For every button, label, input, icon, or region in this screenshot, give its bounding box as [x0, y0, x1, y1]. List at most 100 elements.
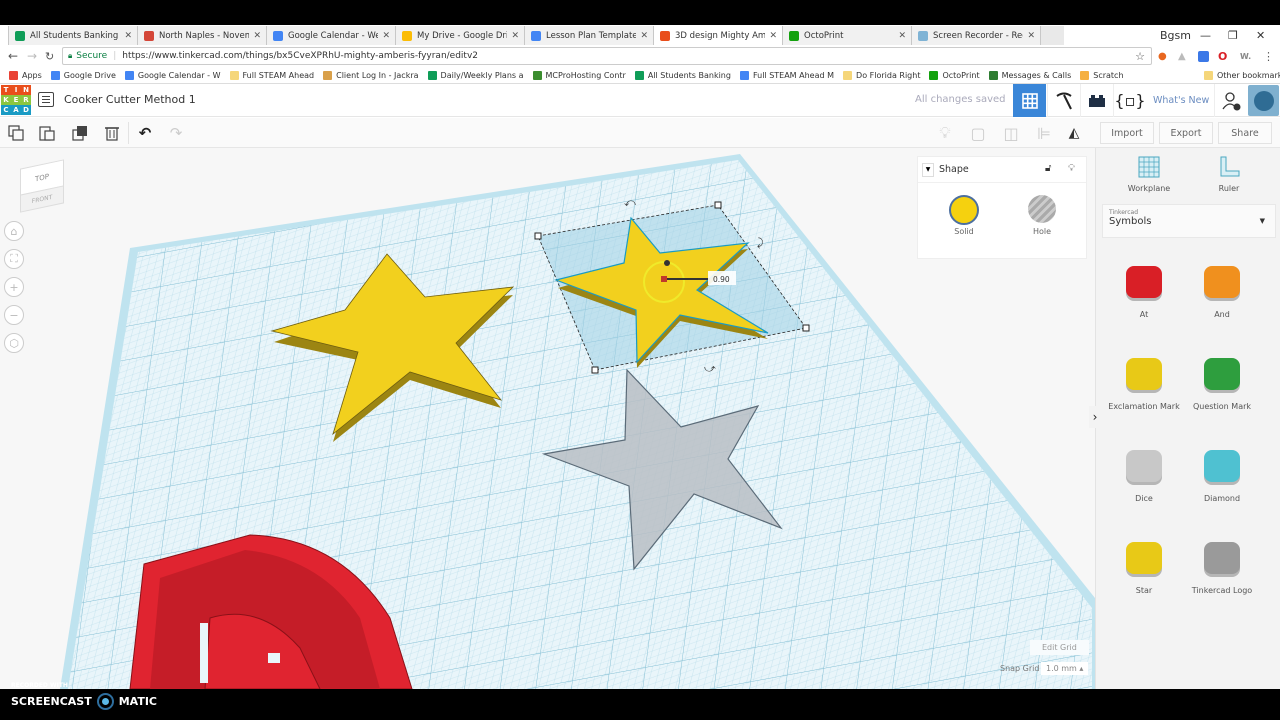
browser-tab[interactable]: OctoPrint ✕	[782, 26, 912, 45]
new-tab-button[interactable]	[1040, 26, 1064, 45]
restore-button[interactable]: ❐	[1228, 25, 1238, 45]
whats-new-link[interactable]: What's New	[1153, 95, 1209, 106]
extension-w-icon[interactable]: W.	[1240, 52, 1251, 61]
view-cube[interactable]: TOP FRONT	[20, 159, 66, 213]
library-shape-item[interactable]: Star	[1104, 542, 1184, 595]
browser-tab[interactable]: 3D design Mighty Ambe✕	[653, 26, 783, 45]
hole-option[interactable]: Hole	[1026, 195, 1058, 236]
bookmark-item[interactable]: Full STEAM Ahead	[229, 70, 314, 80]
library-shape-item[interactable]: Exclamation Mark	[1104, 358, 1184, 411]
bookmark-star-icon[interactable]: ☆	[1135, 50, 1145, 63]
snap-grid-select[interactable]: 1.0 mm ▴	[1041, 662, 1089, 675]
extension-drive-icon[interactable]: ▲	[1178, 51, 1186, 62]
minecraft-button[interactable]	[1047, 84, 1080, 117]
redo-button[interactable]: ↷	[166, 123, 186, 143]
light-toggle-button[interactable]: 💡︎	[935, 123, 955, 143]
url-input[interactable]: 🔒︎ Secure | https://www.tinkercad.com/th…	[62, 47, 1152, 65]
minimize-button[interactable]: —	[1200, 25, 1211, 45]
fit-view-button[interactable]: ⛶	[4, 249, 24, 269]
browser-tab[interactable]: Google Calendar - Week ✕	[266, 26, 396, 45]
copy-button[interactable]	[6, 123, 26, 143]
solid-option[interactable]: Solid	[948, 195, 980, 236]
height-handle[interactable]	[664, 260, 670, 266]
library-shape-item[interactable]: Tinkercad Logo	[1182, 542, 1262, 595]
view-cube-top[interactable]: TOP	[35, 173, 49, 184]
browser-tab[interactable]: Lesson Plan Template - G✕	[524, 26, 654, 45]
mirror-button[interactable]: ◭	[1064, 123, 1084, 143]
resize-handle[interactable]	[714, 201, 722, 209]
collapse-toggle[interactable]: ▼	[922, 162, 934, 177]
tab-close-icon[interactable]: ✕	[1027, 31, 1035, 41]
bookmark-item[interactable]: Apps	[9, 70, 42, 80]
resize-handle[interactable]	[591, 366, 599, 374]
panel-collapse-toggle[interactable]: ›	[1089, 406, 1101, 428]
visibility-bulb-icon[interactable]: 💡︎	[1068, 163, 1075, 174]
tab-close-icon[interactable]: ✕	[640, 31, 648, 41]
codeblocks-button[interactable]: {▫}	[1113, 84, 1146, 117]
bookmark-item[interactable]: Scratch	[1080, 70, 1124, 80]
bookmark-item[interactable]: Google Drive	[50, 70, 116, 80]
projection-button[interactable]: ⬡	[4, 333, 24, 353]
workplane-tool[interactable]: Workplane	[1114, 156, 1184, 193]
duplicate-button[interactable]	[70, 123, 90, 143]
library-shape-item[interactable]: Diamond	[1182, 450, 1262, 503]
zoom-out-button[interactable]: −	[4, 305, 24, 325]
extension-code-icon[interactable]	[1198, 50, 1209, 62]
bookmark-item[interactable]: MCProHosting Contr	[532, 70, 626, 80]
library-shape-item[interactable]: At	[1104, 266, 1184, 319]
rotate-handle-icon[interactable]: ⤻	[704, 362, 716, 375]
ruler-tool[interactable]: Ruler	[1194, 156, 1264, 193]
3d-view-button[interactable]	[1013, 84, 1046, 117]
bookmark-item[interactable]: Client Log In - Jackra	[323, 70, 419, 80]
library-shape-item[interactable]: Question Mark	[1182, 358, 1262, 411]
user-avatar[interactable]	[1248, 85, 1279, 116]
tab-close-icon[interactable]: ✕	[382, 31, 390, 41]
resize-handle[interactable]	[802, 324, 810, 332]
design-title[interactable]: Cooker Cutter Method 1	[64, 93, 196, 106]
bookmark-item[interactable]: OctoPrint	[929, 70, 980, 80]
browser-tab[interactable]: My Drive - Google Drive ✕	[395, 26, 525, 45]
rotate-handle-icon[interactable]: ⤸	[757, 236, 764, 249]
zoom-in-button[interactable]: +	[4, 277, 24, 297]
browser-tab[interactable]: All Students Banking - G ✕	[8, 26, 138, 45]
profile-label[interactable]: Bgsm	[1160, 25, 1191, 45]
design-list-icon[interactable]	[38, 92, 54, 107]
ungroup-button[interactable]: ◫	[1001, 123, 1021, 143]
import-button[interactable]: Import	[1100, 122, 1154, 144]
bookmark-item[interactable]: All Students Banking	[634, 70, 731, 80]
align-button[interactable]: ⊫	[1034, 123, 1054, 143]
browser-tab[interactable]: North Naples - Novemb ✕	[137, 26, 267, 45]
bookmark-item[interactable]: Full STEAM Ahead M	[739, 70, 834, 80]
bookmark-item[interactable]: Google Calendar - W	[124, 70, 221, 80]
group-button[interactable]: ▢	[968, 123, 988, 143]
hole-swatch[interactable]	[1028, 195, 1056, 223]
3d-viewport[interactable]: ⤺ ⤸ ⤻ 0.90 TOP FRONT ⌂ ⛶ + − ⬡ ▼ Shape 🔓…	[0, 148, 1095, 689]
paste-button[interactable]	[37, 123, 57, 143]
bookmark-item[interactable]: Do Florida Right	[843, 70, 920, 80]
library-shape-item[interactable]: And	[1182, 266, 1262, 319]
bricks-button[interactable]	[1080, 84, 1113, 117]
bookmark-item[interactable]: Messages & Calls	[988, 70, 1071, 80]
other-bookmarks[interactable]: Other bookmarks	[1204, 70, 1280, 80]
view-cube-front[interactable]: FRONT	[32, 193, 53, 204]
browser-tab[interactable]: Screen Recorder - Recor ✕	[911, 26, 1041, 45]
extension-opera-icon[interactable]: O	[1218, 50, 1227, 63]
move-handle[interactable]	[661, 276, 667, 282]
library-category-select[interactable]: Tinkercad Symbols ▼	[1102, 204, 1276, 238]
dimension-value[interactable]: 0.90	[713, 275, 730, 284]
extension-fire-icon[interactable]: ●	[1158, 51, 1167, 62]
close-window-button[interactable]: ✕	[1256, 25, 1265, 45]
lock-icon[interactable]: 🔓︎	[1045, 163, 1051, 174]
share-button[interactable]: Share	[1218, 122, 1272, 144]
invite-button[interactable]	[1214, 84, 1247, 117]
tab-close-icon[interactable]: ✕	[769, 31, 777, 41]
tab-close-icon[interactable]: ✕	[124, 31, 132, 41]
delete-button[interactable]	[102, 123, 122, 143]
home-view-button[interactable]: ⌂	[4, 221, 24, 241]
bookmark-item[interactable]: Daily/Weekly Plans a	[427, 70, 524, 80]
forward-icon[interactable]: →	[27, 49, 37, 63]
rotate-handle-icon[interactable]: ⤺	[624, 196, 636, 209]
tab-close-icon[interactable]: ✕	[253, 31, 261, 41]
edit-grid-btn[interactable]: Edit Grid	[1030, 640, 1089, 655]
tab-close-icon[interactable]: ✕	[898, 31, 906, 41]
